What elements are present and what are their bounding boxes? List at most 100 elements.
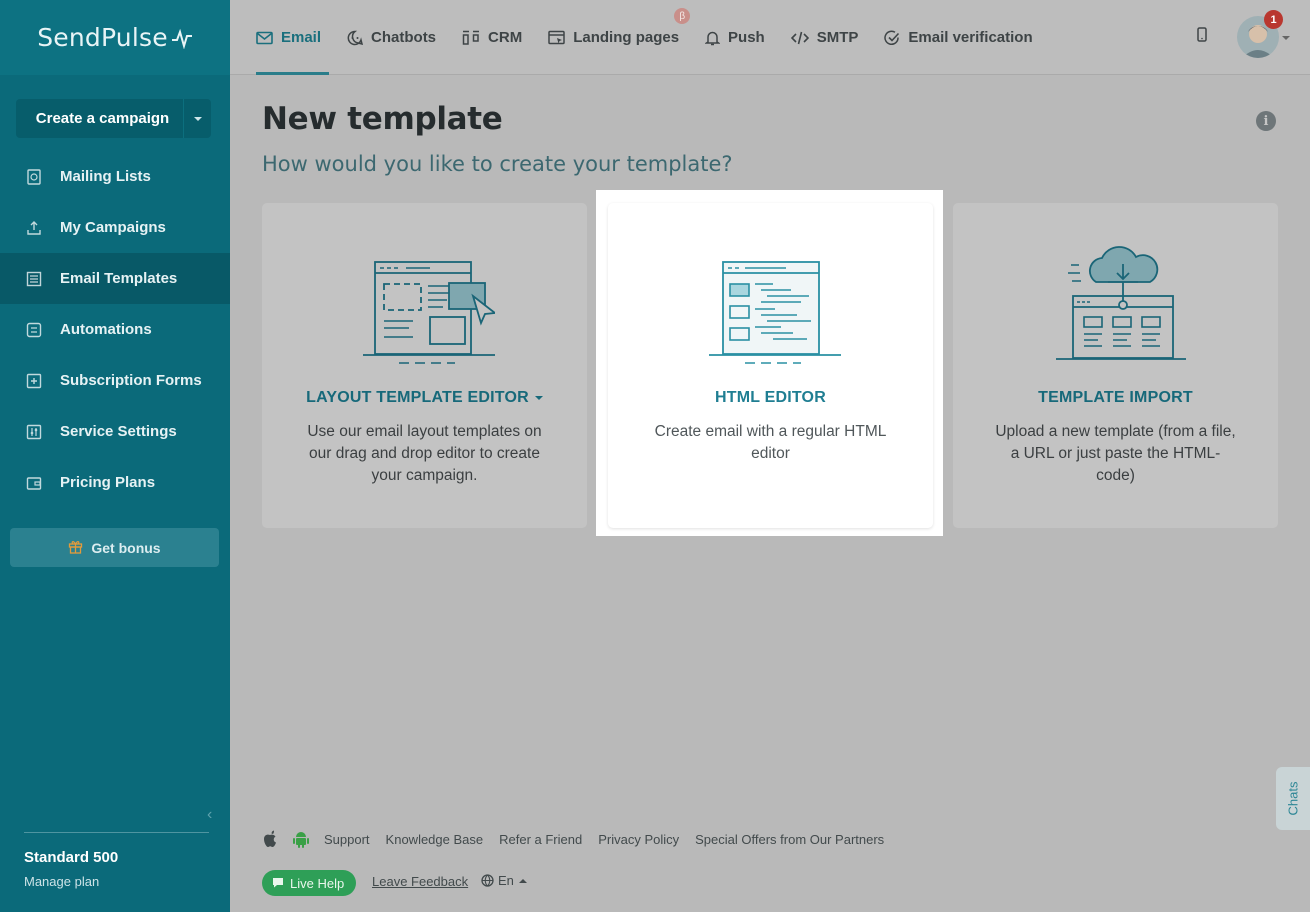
mailing-lists-icon — [25, 168, 43, 186]
template-import-card[interactable]: TEMPLATE IMPORT Upload a new template (f… — [953, 203, 1278, 528]
card-title[interactable]: HTML EDITOR — [608, 389, 933, 407]
sidebar-item-label: Service Settings — [60, 423, 177, 440]
chats-label: Chats — [1285, 781, 1301, 816]
settings-icon — [25, 423, 43, 441]
code-icon — [790, 31, 809, 45]
tab-label: Chatbots — [371, 29, 437, 46]
top-nav-bar: Email Chatbots CRM Landing pages β Push … — [230, 0, 1310, 75]
page-title: New template — [262, 101, 503, 137]
tab-label: Landing pages — [573, 29, 680, 46]
logo-text: SendPulse — [37, 23, 168, 52]
check-circle-icon — [884, 30, 900, 46]
template-import-icon — [1055, 246, 1186, 360]
sidebar: SendPulse Create a campaign Mailing List… — [0, 0, 230, 912]
create-campaign-dropdown[interactable] — [183, 99, 211, 138]
create-campaign-label: Create a campaign — [35, 110, 170, 127]
leave-feedback-link[interactable]: Leave Feedback — [372, 874, 468, 889]
get-bonus-label: Get bonus — [91, 539, 161, 556]
collapse-sidebar-icon[interactable]: ‹ — [207, 806, 212, 824]
chevron-down-icon[interactable] — [1282, 36, 1290, 40]
get-bonus-button[interactable]: Get bonus — [10, 528, 219, 567]
gift-icon — [68, 539, 83, 557]
sidebar-item-label: Automations — [60, 321, 152, 338]
live-help-label: Live Help — [290, 875, 345, 891]
chevron-up-icon — [518, 878, 527, 883]
sidebar-item-email-templates[interactable]: Email Templates — [0, 253, 230, 304]
chats-tab[interactable]: Chats — [1276, 767, 1310, 830]
chat-bubble-icon — [272, 876, 284, 891]
language-label: En — [498, 873, 514, 888]
chevron-down-icon — [534, 395, 543, 400]
product-tabs: Email Chatbots CRM Landing pages β Push … — [256, 0, 1059, 75]
support-link[interactable]: Support — [324, 832, 370, 847]
sidebar-item-label: My Campaigns — [60, 219, 166, 236]
tab-label: Email verification — [908, 29, 1033, 46]
page-subtitle: How would you like to create your templa… — [262, 152, 733, 176]
logo[interactable]: SendPulse — [0, 0, 230, 75]
pulse-icon — [171, 28, 192, 49]
tab-email[interactable]: Email — [256, 0, 330, 75]
card-description: Use our email layout templates on our dr… — [307, 423, 542, 484]
info-icon[interactable]: i — [1256, 111, 1276, 131]
apple-icon[interactable] — [262, 830, 278, 848]
card-title[interactable]: LAYOUT TEMPLATE EDITOR — [262, 389, 587, 407]
globe-icon — [481, 874, 494, 887]
mobile-app-icon[interactable] — [1196, 27, 1208, 48]
bell-icon — [705, 30, 721, 46]
tab-push[interactable]: Push — [705, 0, 765, 75]
tab-smtp[interactable]: SMTP — [790, 0, 859, 75]
tab-landing-pages[interactable]: Landing pages β — [548, 0, 691, 75]
crm-icon — [462, 30, 480, 45]
html-editor-card[interactable]: HTML EDITOR Create email with a regular … — [608, 203, 933, 528]
knowledge-base-link[interactable]: Knowledge Base — [386, 832, 484, 847]
sidebar-item-service-settings[interactable]: Service Settings — [0, 406, 230, 457]
refer-a-friend-link[interactable]: Refer a Friend — [499, 832, 582, 847]
landing-icon — [548, 30, 565, 45]
beta-badge: β — [674, 8, 691, 24]
automations-icon — [25, 321, 43, 339]
templates-icon — [25, 270, 43, 288]
forms-icon — [25, 372, 43, 390]
notification-badge[interactable]: 1 — [1264, 10, 1283, 29]
card-title-text: LAYOUT TEMPLATE EDITOR — [306, 389, 529, 406]
divider — [24, 832, 209, 833]
tab-crm[interactable]: CRM — [462, 0, 522, 75]
html-editor-illustration — [608, 253, 933, 373]
manage-plan-link[interactable]: Manage plan — [24, 874, 99, 889]
sidebar-item-my-campaigns[interactable]: My Campaigns — [0, 202, 230, 253]
sidebar-item-label: Subscription Forms — [60, 372, 202, 389]
campaigns-icon — [25, 219, 43, 237]
tab-label: Push — [728, 29, 765, 46]
email-icon — [256, 31, 273, 45]
live-help-button[interactable]: Live Help — [262, 870, 357, 896]
layout-template-editor-card[interactable]: LAYOUT TEMPLATE EDITOR Use our email lay… — [262, 203, 587, 528]
template-import-illustration — [953, 245, 1278, 365]
layout-editor-illustration — [262, 253, 587, 373]
tab-label: Email — [281, 29, 322, 46]
sidebar-menu: Mailing Lists My Campaigns Email Templat… — [0, 151, 230, 508]
chatbots-icon — [347, 30, 364, 46]
android-icon[interactable] — [292, 830, 310, 848]
sidebar-item-mailing-lists[interactable]: Mailing Lists — [0, 151, 230, 202]
sidebar-item-label: Pricing Plans — [60, 474, 156, 491]
footer-links: Support Knowledge Base Refer a Friend Pr… — [262, 830, 900, 848]
privacy-policy-link[interactable]: Privacy Policy — [598, 832, 679, 847]
card-description: Create email with a regular HTML editor — [654, 423, 887, 462]
card-description: Upload a new template (from a file, a UR… — [995, 423, 1236, 484]
card-title[interactable]: TEMPLATE IMPORT — [953, 389, 1278, 407]
sidebar-item-automations[interactable]: Automations — [0, 304, 230, 355]
chevron-down-icon — [193, 116, 202, 121]
sidebar-item-label: Mailing Lists — [60, 168, 151, 185]
tab-email-verification[interactable]: Email verification — [884, 0, 1033, 75]
tab-chatbots[interactable]: Chatbots — [347, 0, 436, 75]
tab-label: SMTP — [816, 29, 859, 46]
sidebar-item-subscription-forms[interactable]: Subscription Forms — [0, 355, 230, 406]
create-campaign-button[interactable]: Create a campaign — [16, 99, 211, 138]
wallet-icon — [25, 474, 43, 492]
tab-label: CRM — [488, 29, 523, 46]
language-selector[interactable]: En — [481, 873, 527, 888]
plan-name: Standard 500 — [24, 849, 119, 866]
sidebar-item-pricing-plans[interactable]: Pricing Plans — [0, 457, 230, 508]
html-editor-icon — [708, 261, 841, 364]
special-offers-link[interactable]: Special Offers from Our Partners — [695, 832, 884, 847]
